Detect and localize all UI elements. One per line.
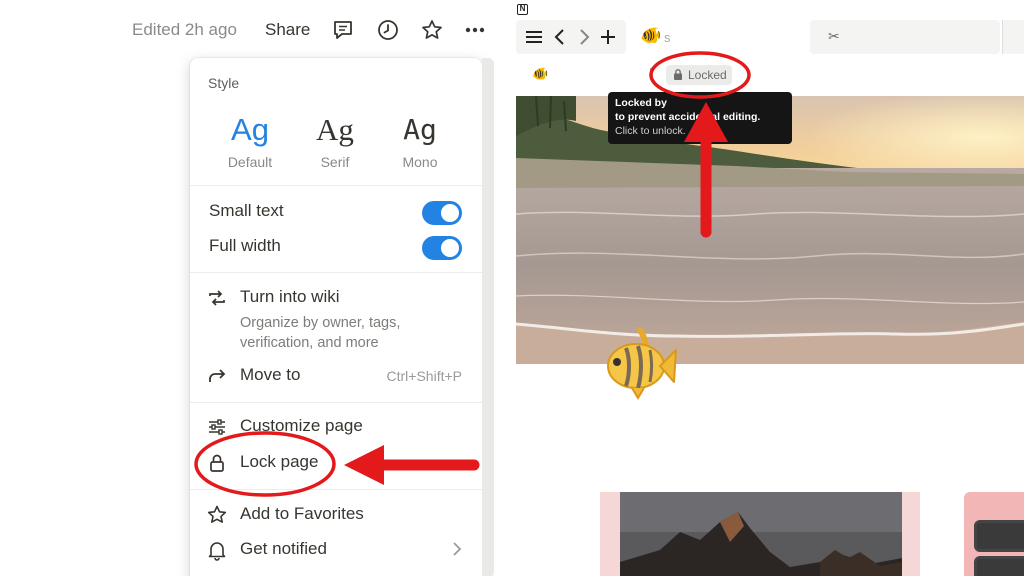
font-option-serif[interactable]: Ag Serif [300, 110, 370, 170]
back-icon[interactable] [550, 26, 570, 48]
customize-page-item[interactable]: Customize page [190, 411, 482, 443]
tooltip-line3: Click to unlock. [615, 125, 686, 137]
small-text-row[interactable]: Small text [190, 196, 482, 228]
share-button[interactable]: Share [265, 20, 310, 40]
full-width-label: Full width [209, 236, 281, 255]
divider [190, 402, 482, 403]
divider [190, 489, 482, 490]
move-to-label: Move to [240, 365, 301, 384]
locked-tooltip: Locked by to prevent accidental editing.… [608, 92, 792, 144]
get-notified-item[interactable]: Get notified [190, 534, 482, 566]
small-text-label: Small text [209, 201, 284, 220]
divider [190, 272, 482, 273]
full-width-row[interactable]: Full width [190, 231, 482, 263]
font-name: Default [227, 154, 273, 170]
turn-into-wiki-label: Turn into wiki [240, 287, 340, 306]
edited-timestamp: Edited 2h ago [132, 20, 237, 39]
chevron-right-icon [450, 541, 464, 557]
menu-icon[interactable] [524, 26, 544, 48]
font-sample: Ag [403, 113, 437, 146]
locked-page-preview: N 🐠 s ✂ 🐠 Locked Locked by to prevent ac… [510, 0, 1024, 576]
font-name: Mono [402, 154, 438, 170]
address-bar-end[interactable] [1002, 20, 1024, 54]
bell-icon [206, 539, 228, 561]
breadcrumb-separator [650, 68, 652, 80]
add-to-favorites-label: Add to Favorites [240, 504, 364, 523]
font-sample: Ag [231, 112, 269, 147]
add-to-favorites-item[interactable]: Add to Favorites [190, 499, 482, 531]
more-icon[interactable] [463, 18, 487, 42]
gallery-card-thumbnail [974, 520, 1024, 552]
page-settings-panel: Edited 2h ago Share Style Ag Default Ag … [0, 0, 510, 576]
tooltip-line2: to prevent accidental editing. [615, 111, 761, 123]
gallery-card-thumbnail [974, 556, 1024, 576]
comment-icon[interactable] [331, 18, 355, 42]
divider [190, 185, 482, 186]
font-option-default[interactable]: Ag Default [215, 110, 285, 170]
nav-controls [516, 20, 626, 54]
lock-page-item[interactable]: Lock page [190, 447, 482, 479]
turn-into-wiki-item[interactable]: Turn into wiki Organize by owner, tags, … [190, 282, 482, 358]
new-tab-icon[interactable] [598, 26, 618, 48]
clock-icon[interactable] [376, 18, 400, 42]
scissors-icon[interactable]: ✂ [828, 28, 840, 45]
lock-icon [673, 68, 683, 81]
sliders-icon [206, 416, 228, 438]
star-outline-icon [206, 504, 228, 526]
lock-page-label: Lock page [240, 452, 319, 471]
forward-icon[interactable] [574, 26, 594, 48]
turn-into-icon [206, 287, 228, 309]
star-icon[interactable] [420, 18, 444, 42]
font-sample: Ag [316, 112, 354, 147]
page-options-menu: Style Ag Default Ag Serif Ag Mono Small … [190, 58, 482, 576]
gallery-card-image [620, 492, 902, 576]
move-arrow-icon [206, 365, 228, 387]
tab-title[interactable]: s [664, 30, 671, 45]
locked-badge-label: Locked [688, 68, 727, 82]
wiki-description-line1: Organize by owner, tags, [240, 315, 401, 331]
customize-page-label: Customize page [240, 416, 363, 435]
get-notified-label: Get notified [240, 539, 327, 558]
lock-icon [206, 452, 228, 474]
page-fish-icon: 🐠 [640, 26, 662, 45]
app-logo: N [517, 4, 528, 15]
tooltip-line1: Locked by [615, 97, 667, 109]
page-icon-fish[interactable] [602, 322, 678, 402]
small-text-toggle[interactable] [422, 201, 462, 225]
browser-toolbar: 🐠 s ✂ [516, 20, 1024, 54]
breadcrumb-fish-icon[interactable]: 🐠 [532, 66, 548, 82]
locked-badge[interactable]: Locked [666, 65, 732, 85]
style-section-label: Style [208, 75, 240, 91]
move-to-shortcut: Ctrl+Shift+P [386, 368, 462, 384]
font-name: Serif [320, 154, 350, 170]
wiki-description-line2: verification, and more [240, 335, 379, 351]
menu-scrollbar[interactable] [482, 58, 494, 576]
address-bar[interactable]: ✂ [810, 20, 1000, 54]
full-width-toggle[interactable] [422, 236, 462, 260]
page-topbar: Edited 2h ago Share [0, 16, 510, 44]
move-to-item[interactable]: Move to Ctrl+Shift+P [190, 360, 482, 392]
font-option-mono[interactable]: Ag Mono [385, 110, 455, 170]
